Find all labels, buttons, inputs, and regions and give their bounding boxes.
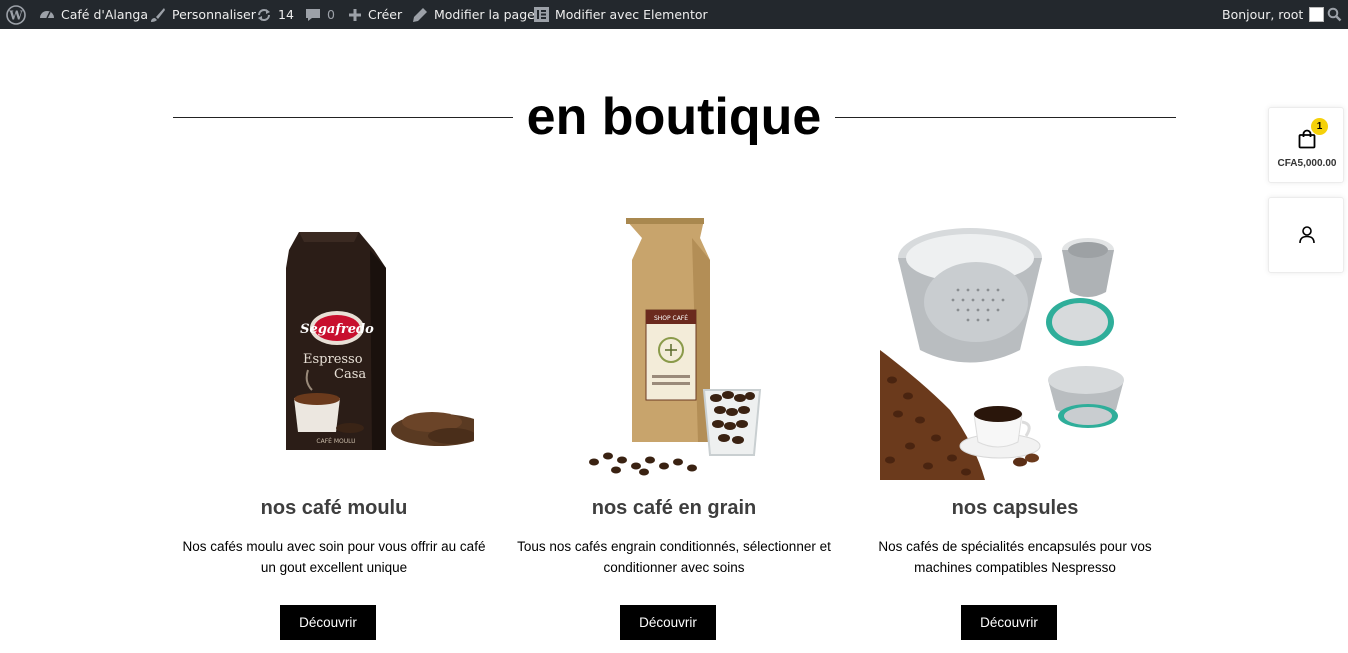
new-content-link[interactable]: Créer (348, 0, 402, 29)
avatar (1309, 7, 1325, 22)
bag-line-1: Espresso (303, 352, 363, 367)
discover-button[interactable]: Découvrir (620, 605, 716, 640)
search-icon[interactable] (1327, 0, 1342, 29)
coffee-bag-beans-image[interactable]: SHOP CAFÉ (534, 210, 814, 480)
my-account-link[interactable]: Bonjour, root (1222, 0, 1325, 29)
cart-count-badge: 1 (1311, 118, 1328, 135)
edit-elementor-label: Modifier avec Elementor (555, 7, 708, 22)
heading-divider-left (173, 117, 513, 118)
coffee-bag-ground-image[interactable]: Segafredo Espresso Casa CAFÉ MOULU (194, 210, 474, 480)
product-title: nos café moulu (260, 497, 408, 519)
edit-page-label: Modifier la page (434, 7, 535, 22)
elementor-icon (534, 7, 549, 22)
updates-count: 14 (278, 7, 294, 22)
customize-label: Personnaliser (172, 7, 256, 22)
bag-line-2: Casa (334, 367, 366, 382)
product-title: nos café en grain (591, 497, 757, 519)
brush-icon (151, 7, 165, 22)
cart-widget[interactable]: 1 CFA5,000.00 (1268, 107, 1344, 183)
user-icon (1299, 226, 1315, 244)
svg-text:W: W (8, 8, 23, 22)
customize-link[interactable]: Personnaliser (150, 0, 256, 29)
new-content-label: Créer (368, 7, 403, 22)
discover-button[interactable]: Découvrir (961, 605, 1057, 640)
site-name-link[interactable]: Café d'Alanga (39, 0, 148, 29)
product-card-ground: Segafredo Espresso Casa CAFÉ MOULU nos c… (174, 210, 494, 640)
pencil-icon (413, 7, 427, 22)
wordpress-logo-icon[interactable]: W (6, 0, 26, 29)
product-description: Tous nos cafés engrain conditionnés, sél… (517, 539, 831, 575)
plus-icon (349, 8, 361, 21)
product-description: Nos cafés moulu avec soin pour vous offr… (182, 539, 486, 575)
bag-brand: Segafredo (300, 322, 374, 337)
product-title: nos capsules (951, 497, 1079, 519)
discover-button[interactable]: Découvrir (280, 605, 376, 640)
edit-elementor-link[interactable]: Modifier avec Elementor (534, 0, 708, 29)
bag-label: SHOP CAFÉ (654, 314, 688, 322)
product-description: Nos cafés de spécialités encapsulés pour… (878, 539, 1152, 575)
bag-footer: CAFÉ MOULU (316, 437, 355, 445)
dashboard-icon (40, 10, 54, 18)
cart-total: CFA5,000.00 (1277, 158, 1337, 169)
coffee-capsules-image[interactable] (880, 210, 1136, 480)
greeting-label: Bonjour, root (1222, 7, 1304, 22)
account-widget[interactable] (1268, 197, 1344, 273)
edit-page-link[interactable]: Modifier la page (412, 0, 535, 29)
site-name-label: Café d'Alanga (61, 7, 149, 22)
product-card-capsules: nos capsules Nos cafés de spécialités en… (855, 210, 1175, 640)
refresh-icon (258, 8, 270, 21)
admin-bar: W Café d'Alanga Personnaliser 14 0 Créer… (0, 0, 1348, 29)
product-card-beans: SHOP CAFÉ nos café en grain Tous nos caf… (514, 210, 834, 640)
comment-icon (306, 8, 320, 21)
updates-link[interactable]: 14 (256, 0, 294, 29)
heading-divider-right (835, 117, 1176, 118)
section-heading: en boutique (526, 88, 822, 146)
comments-count: 0 (327, 7, 335, 22)
comments-link[interactable]: 0 (305, 0, 335, 29)
